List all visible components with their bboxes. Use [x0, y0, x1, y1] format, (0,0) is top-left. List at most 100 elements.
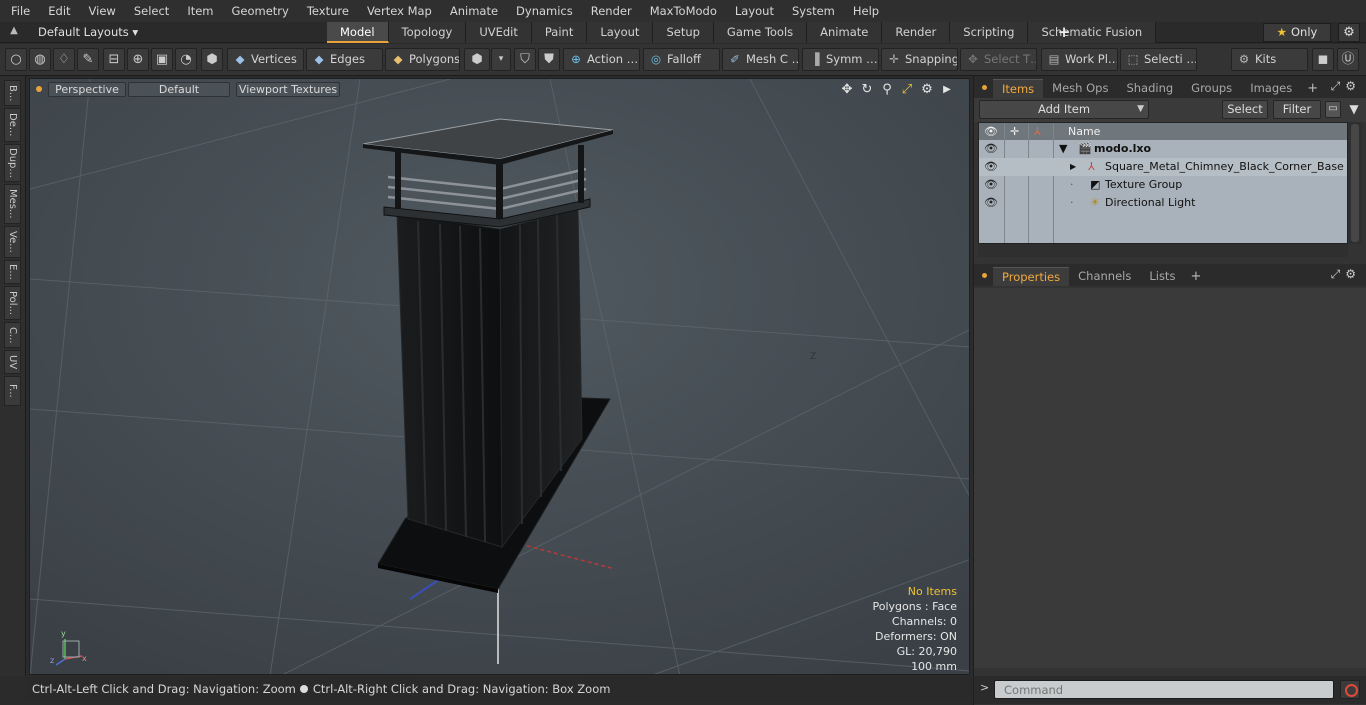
scrollbar-thumb[interactable] [1351, 124, 1359, 242]
left-tab-curve[interactable]: C... [4, 322, 21, 348]
menu-dynamics[interactable]: Dynamics [505, 4, 580, 18]
item-list-horizontal-scrollbar[interactable] [978, 244, 1348, 257]
unreal-logo-icon[interactable]: Ⓤ [1337, 48, 1359, 71]
tab-topology[interactable]: Topology [388, 22, 467, 43]
select-through-button[interactable]: ✥ Select T… [960, 48, 1037, 71]
layout-collapse-icon[interactable]: ▲ [6, 25, 22, 40]
menu-vertex-map[interactable]: Vertex Map [356, 4, 439, 18]
add-item-button[interactable]: Add Item ▼ [979, 100, 1149, 119]
lock-cross-icon[interactable]: ✛ [1010, 123, 1019, 140]
tab-uvedit[interactable]: UVEdit [466, 22, 532, 43]
left-tab-uv[interactable]: UV [4, 350, 21, 374]
viewport-gear-icon[interactable]: ⚙ [917, 82, 937, 98]
left-tab-duplicate[interactable]: Dup... [4, 144, 21, 182]
menu-texture[interactable]: Texture [296, 4, 356, 18]
expand-icon[interactable]: ⤢ [1331, 267, 1346, 281]
expand-arrow-icon[interactable]: ▶ [1070, 158, 1076, 176]
tab-shading[interactable]: Shading [1117, 79, 1182, 98]
left-tab-deform[interactable]: De... [4, 108, 21, 142]
pan-icon[interactable]: ✥ [837, 82, 857, 98]
add-panel-tab-icon[interactable]: + [1301, 80, 1324, 98]
chevron-down-icon[interactable]: ▾ [491, 48, 511, 71]
material-cube-icon[interactable]: ⬢ [464, 48, 490, 71]
tab-items[interactable]: Items [993, 79, 1044, 98]
tab-channels[interactable]: Channels [1069, 267, 1140, 286]
tab-groups[interactable]: Groups [1182, 79, 1241, 98]
menu-item[interactable]: Item [176, 4, 220, 18]
align-icon[interactable]: ⊟ [103, 48, 125, 71]
tab-images[interactable]: Images [1241, 79, 1301, 98]
item-row-scene[interactable]: 👁 ▼ 🎬 modo.lxo [979, 140, 1347, 158]
panel-gear-icon[interactable]: ⚙ [1345, 79, 1361, 93]
visibility-eye-icon[interactable]: 👁 [984, 140, 998, 158]
brush-icon[interactable]: ✎ [77, 48, 99, 71]
vertices-mode-button[interactable]: ◆ Vertices [227, 48, 304, 71]
polygons-mode-button[interactable]: ◆ Polygons [385, 48, 460, 71]
zoom-icon[interactable]: ⚲ [877, 82, 897, 98]
menu-animate[interactable]: Animate [439, 4, 505, 18]
globe-icon[interactable]: ◍ [29, 48, 51, 71]
menu-file[interactable]: File [0, 4, 37, 18]
left-tab-vertex[interactable]: Ve... [4, 226, 21, 258]
left-tab-polygon[interactable]: Pol... [4, 286, 21, 320]
visibility-eye-icon[interactable]: 👁 [984, 194, 998, 212]
edges-mode-button[interactable]: ◆ Edges [306, 48, 383, 71]
item-mode-icon[interactable]: ⬢ [201, 48, 223, 71]
kits-button[interactable]: ⚙ Kits [1231, 48, 1308, 71]
perspective-button[interactable]: Perspective [48, 82, 126, 97]
column-name[interactable]: Name [1068, 123, 1100, 140]
maximize-icon[interactable]: ⤢ [897, 82, 917, 98]
tab-lists[interactable]: Lists [1140, 267, 1184, 286]
tab-properties[interactable]: Properties [993, 267, 1070, 286]
work-plane-button[interactable]: ▤ Work Pl… [1041, 48, 1118, 71]
only-toggle-button[interactable]: ★ Only [1263, 23, 1331, 42]
tab-animate[interactable]: Animate [807, 22, 883, 43]
panel-controls[interactable]: ⤢⚙ [1331, 79, 1361, 94]
symmetry-shield-icon[interactable]: ⛉ [514, 48, 536, 71]
visibility-eye-icon[interactable]: 👁 [984, 158, 998, 176]
layout-dropdown[interactable]: Default Layouts ▾ [32, 24, 144, 41]
menu-render[interactable]: Render [580, 4, 639, 18]
menu-view[interactable]: View [78, 4, 123, 18]
symmetry-button[interactable]: ▐ Symm … [802, 48, 879, 71]
snapping-button[interactable]: ✛ Snapping [881, 48, 958, 71]
play-triangle-icon[interactable]: ▶ [937, 82, 957, 98]
menu-select[interactable]: Select [123, 4, 176, 18]
left-tab-basic[interactable]: B... [4, 80, 21, 106]
item-row-texture-group[interactable]: 👁 · ◩ Texture Group [979, 176, 1347, 194]
tab-schematic-fusion[interactable]: Schematic Fusion [1028, 22, 1157, 43]
tab-scripting[interactable]: Scripting [950, 22, 1029, 43]
menu-geometry[interactable]: Geometry [221, 4, 296, 18]
shield-icon[interactable]: ⛊ [538, 48, 560, 71]
menu-help[interactable]: Help [842, 4, 886, 18]
viewport-textures-button[interactable]: Viewport Textures [236, 82, 340, 97]
command-input[interactable] [994, 680, 1334, 699]
falloff-button[interactable]: ◎ Falloff [643, 48, 720, 71]
shading-default-button[interactable]: Default [128, 82, 230, 97]
item-list-scrollbar[interactable] [1348, 122, 1362, 244]
tab-paint[interactable]: Paint [531, 22, 588, 43]
left-tab-fusion[interactable]: F... [4, 376, 21, 406]
menu-system[interactable]: System [781, 4, 842, 18]
tab-layout[interactable]: Layout [587, 22, 654, 43]
3d-viewport[interactable]: Z y z x Perspective Default Viewport Tex… [29, 78, 970, 675]
expand-icon[interactable]: ⤢ [1331, 79, 1346, 93]
collapse-icon[interactable]: ▭ [1325, 101, 1341, 118]
select-button[interactable]: Select [1222, 100, 1268, 119]
expand-arrow-icon[interactable]: ▼ [1059, 140, 1067, 158]
filter-button[interactable]: Filter [1273, 100, 1321, 119]
add-tab-button[interactable]: + [1056, 23, 1072, 41]
selection-sets-button[interactable]: ⬚ Selecti … [1120, 48, 1197, 71]
circle-select-icon[interactable]: ○ [5, 48, 27, 71]
item-row-mesh[interactable]: 👁 ▶ ⅄ Square_Metal_Chimney_Black_Corner_… [979, 158, 1347, 176]
gear-icon[interactable]: ⚙ [1338, 23, 1360, 42]
visibility-eye-icon[interactable]: 👁 [984, 176, 998, 194]
rotate-icon[interactable]: ◔ [175, 48, 197, 71]
panel-gear-icon[interactable]: ⚙ [1345, 267, 1361, 281]
tab-game-tools[interactable]: Game Tools [713, 22, 808, 43]
pen-tool-icon[interactable]: ♢ [53, 48, 75, 71]
item-row-directional-light[interactable]: 👁 · ☀ Directional Light [979, 194, 1347, 212]
viewport-scene[interactable]: Z y z x [30, 79, 970, 675]
funnel-icon[interactable]: ▼ [1346, 101, 1362, 118]
record-macro-icon[interactable] [1340, 680, 1360, 699]
